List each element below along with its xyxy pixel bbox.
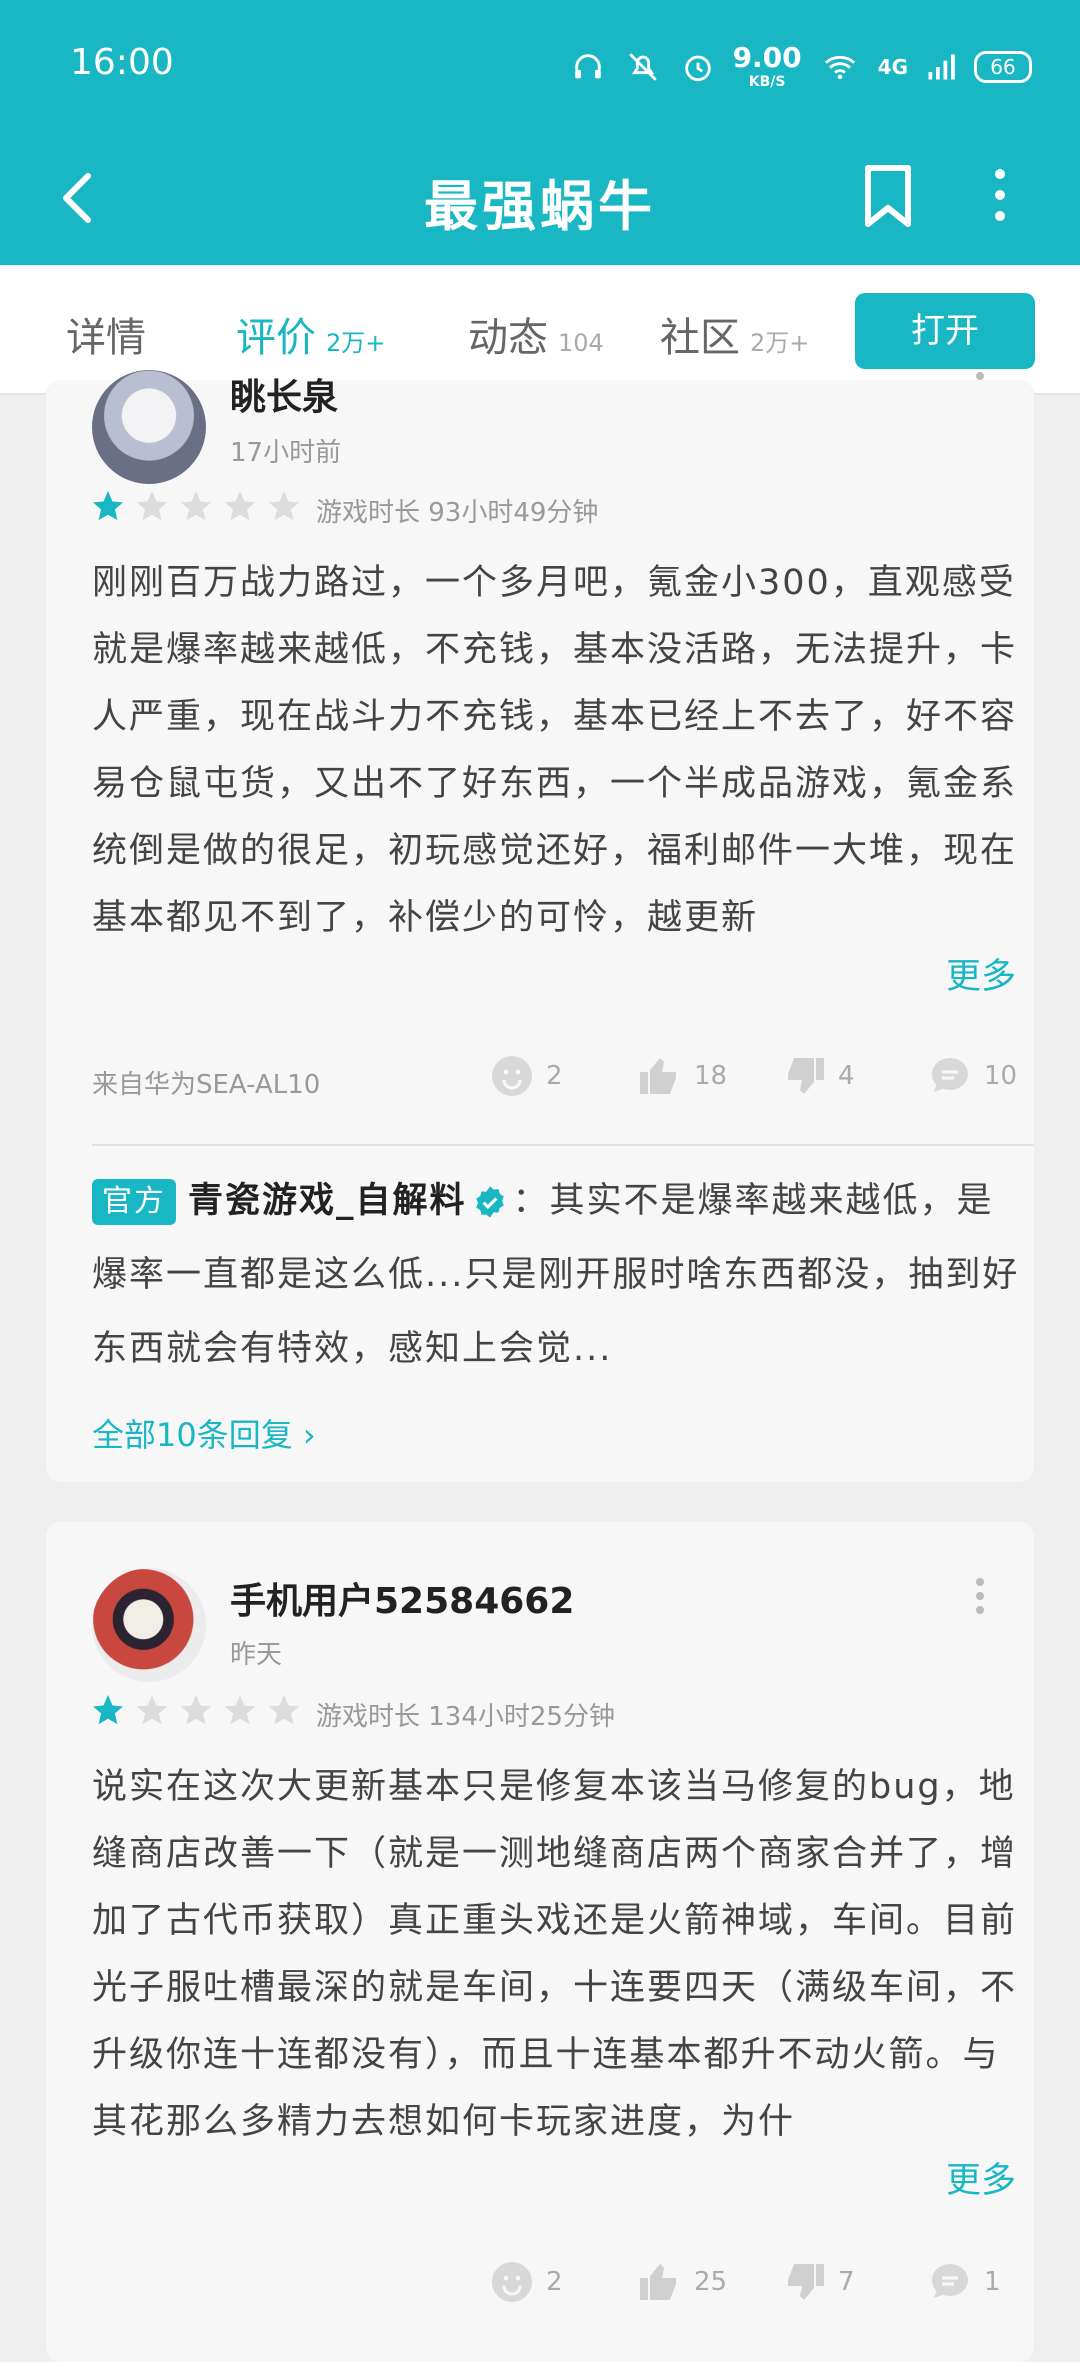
- network-type: 4G: [877, 55, 908, 79]
- star-empty-icon: [137, 491, 167, 521]
- battery-indicator: 66: [974, 51, 1032, 83]
- mute-icon: [628, 53, 657, 81]
- star-rating: [90, 1692, 302, 1728]
- review-body: 刚刚百万战力路过，一个多月吧，氪金小300，直观感受就是爆率越来越低，不充钱，基…: [92, 563, 1018, 938]
- official-reply[interactable]: 官方 青瓷游戏_自解料 ：其实不是爆率越来越低，是爆率一直都是这么低...只是刚开服…: [92, 1164, 1022, 1386]
- wifi-icon: [824, 55, 855, 80]
- network-speed: 9.00 KB/S: [732, 41, 802, 90]
- funny-reaction[interactable]: 2: [488, 1052, 563, 1100]
- view-all-replies-link[interactable]: 全部10条回复 ›: [92, 1410, 316, 1456]
- thumbs-up-icon: [640, 1058, 676, 1094]
- avatar[interactable]: [92, 370, 206, 484]
- tab-reviews-count: 2万+: [326, 329, 386, 357]
- tab-reviews[interactable]: 评价 2万+: [236, 305, 385, 363]
- star-filled-icon: [93, 491, 123, 521]
- more-vert-icon[interactable]: [980, 152, 1020, 238]
- review-time: 昨天: [230, 1640, 283, 1670]
- like-button[interactable]: 25: [636, 2258, 727, 2306]
- review-time: 17小时前: [230, 438, 342, 468]
- star-empty-icon: [269, 1695, 299, 1725]
- read-more-link[interactable]: 更多: [906, 2152, 1017, 2203]
- star-rating: [90, 488, 302, 524]
- chevron-right-icon: ›: [302, 1416, 316, 1454]
- playtime: 游戏时长 93小时49分钟: [316, 498, 599, 528]
- thumbs-down-icon: [788, 1058, 824, 1094]
- review-menu-icon[interactable]: [972, 1576, 988, 1616]
- avatar[interactable]: [92, 1568, 206, 1682]
- status-time: 16:00: [70, 42, 174, 83]
- official-reply-name[interactable]: 青瓷游戏_自解料: [188, 1181, 467, 1221]
- dislike-button[interactable]: 4: [780, 1052, 855, 1100]
- signal-icon: [928, 54, 955, 80]
- review-text[interactable]: 说实在这次大更新基本只是修复本该当马修复的bug，地缝商店改善一下（就是一测地缝…: [92, 1754, 1022, 2156]
- funny-reaction[interactable]: 2: [488, 2258, 563, 2306]
- comments-button[interactable]: 1: [926, 2258, 1001, 2306]
- star-filled-icon: [93, 1695, 123, 1725]
- tab-details[interactable]: 详情: [66, 305, 146, 363]
- star-empty-icon: [181, 1695, 211, 1725]
- divider: [92, 1144, 1034, 1146]
- comment-icon: [932, 2264, 968, 2298]
- official-badge: 官方: [92, 1179, 176, 1225]
- device-label: 来自华为SEA-AL10: [92, 1070, 321, 1100]
- review-body: 说实在这次大更新基本只是修复本该当马修复的bug，地缝商店改善一下（就是一测地缝…: [92, 1767, 1018, 2142]
- verified-icon: [475, 1186, 504, 1218]
- tab-community[interactable]: 社区 2万+: [660, 305, 809, 363]
- star-empty-icon: [225, 491, 255, 521]
- star-empty-icon: [137, 1695, 167, 1725]
- review-menu-icon[interactable]: [972, 362, 988, 402]
- thumbs-down-icon: [788, 2264, 824, 2300]
- comment-icon: [932, 1058, 968, 1092]
- dislike-button[interactable]: 7: [780, 2258, 855, 2306]
- smiley-icon: [492, 2262, 532, 2302]
- tab-community-count: 2万+: [750, 329, 810, 357]
- app-bar: 最强蜗牛: [0, 130, 1080, 265]
- review-footer: 2 25 7 1: [92, 2258, 1032, 2318]
- comments-button[interactable]: 10: [926, 1052, 1017, 1100]
- review-username[interactable]: 手机用户52584662: [230, 1572, 574, 1624]
- headphones-icon: [574, 54, 601, 79]
- like-button[interactable]: 18: [636, 1052, 727, 1100]
- tab-details-label: 详情: [66, 315, 146, 361]
- smiley-icon: [492, 1056, 532, 1096]
- playtime: 游戏时长 134小时25分钟: [316, 1702, 615, 1732]
- tab-community-label: 社区: [660, 315, 740, 361]
- star-empty-icon: [225, 1695, 255, 1725]
- page-title: 最强蜗牛: [424, 175, 656, 238]
- open-game-button[interactable]: 打开: [855, 293, 1035, 369]
- star-empty-icon: [269, 491, 299, 521]
- tab-activity-label: 动态: [468, 315, 548, 361]
- star-empty-icon: [181, 491, 211, 521]
- review-footer: 来自华为SEA-AL10 2 18 4 10: [92, 1052, 1032, 1112]
- read-more-link[interactable]: 更多: [906, 948, 1017, 999]
- review-card: 眺长泉 17小时前 游戏时长 93小时49分钟 刚刚百万战力路过，一个多月吧，氪…: [46, 370, 1034, 1482]
- status-bar: 16:00 9.00 KB/S 4G 66: [0, 0, 1080, 130]
- review-username[interactable]: 眺长泉: [230, 368, 338, 420]
- bookmark-icon[interactable]: [860, 152, 916, 238]
- tab-activity[interactable]: 动态 104: [468, 305, 604, 363]
- tab-activity-count: 104: [558, 329, 604, 357]
- status-icons: 9.00 KB/S 4G 66: [571, 44, 1032, 90]
- review-text[interactable]: 刚刚百万战力路过，一个多月吧，氪金小300，直观感受就是爆率越来越低，不充钱，基…: [92, 550, 1022, 952]
- tab-reviews-label: 评价: [236, 315, 316, 361]
- alarm-icon: [684, 55, 711, 82]
- review-card: 手机用户52584662 昨天 游戏时长 134小时25分钟 说实在这次大更新基…: [46, 1522, 1034, 2362]
- thumbs-up-icon: [640, 2264, 676, 2300]
